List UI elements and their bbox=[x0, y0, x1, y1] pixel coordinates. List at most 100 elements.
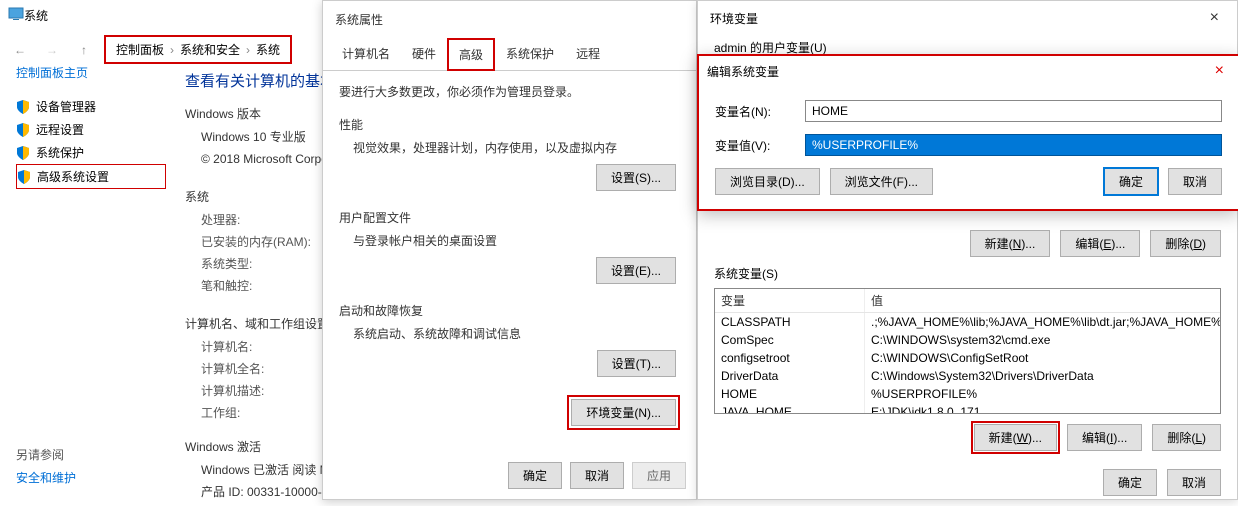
chevron-right-icon: › bbox=[170, 43, 174, 57]
windows-version: Windows 10 专业版 bbox=[201, 126, 335, 148]
variable-value-label: 变量值(V): bbox=[715, 137, 805, 154]
shield-icon bbox=[17, 170, 31, 184]
browse-directory-button[interactable]: 浏览目录(D)... bbox=[715, 168, 820, 195]
advanced-system-settings-link[interactable]: 高级系统设置 bbox=[16, 164, 166, 189]
activation-title: Windows 激活 bbox=[185, 438, 335, 455]
user-new-button[interactable]: 新建(N)... bbox=[970, 230, 1051, 257]
computer-name-label: 计算机名: bbox=[201, 336, 335, 358]
startup-recovery-settings-button[interactable]: 设置(T)... bbox=[597, 350, 676, 377]
up-button[interactable]: ↑ bbox=[72, 38, 96, 62]
description-label: 计算机描述: bbox=[201, 380, 335, 402]
user-delete-button[interactable]: 删除(D) bbox=[1150, 230, 1221, 257]
startup-recovery-title: 启动和故障恢复 bbox=[339, 302, 680, 319]
copyright: © 2018 Microsoft Corpo bbox=[201, 148, 335, 170]
performance-desc: 视觉效果，处理器计划，内存使用，以及虚拟内存 bbox=[353, 139, 680, 156]
system-variables-list[interactable]: 变量 值 CLASSPATH.;%JAVA_HOME%\lib;%JAVA_HO… bbox=[714, 288, 1221, 414]
pen-touch-label: 笔和触控: bbox=[201, 275, 335, 297]
tab-hardware[interactable]: 硬件 bbox=[401, 38, 447, 71]
performance-group: 性能 视觉效果，处理器计划，内存使用，以及虚拟内存 设置(S)... bbox=[339, 116, 680, 191]
control-panel-home-link[interactable]: 控制面板主页 bbox=[16, 64, 166, 81]
table-row[interactable]: DriverDataC:\Windows\System32\Drivers\Dr… bbox=[715, 367, 1220, 385]
table-row[interactable]: HOME%USERPROFILE% bbox=[715, 385, 1220, 403]
system-section-title: 系统 bbox=[185, 188, 335, 205]
env-title: 环境变量 bbox=[710, 10, 758, 27]
edit-dialog-title: 编辑系统变量 bbox=[707, 63, 779, 80]
back-button[interactable]: ← bbox=[8, 38, 32, 62]
tab-strip: 计算机名 硬件 高级 系统保护 远程 bbox=[323, 38, 696, 71]
windows-version-title: Windows 版本 bbox=[185, 105, 335, 122]
tab-advanced[interactable]: 高级 bbox=[447, 38, 495, 71]
table-row[interactable]: configsetrootC:\WINDOWS\ConfigSetRoot bbox=[715, 349, 1220, 367]
system-content: 查看有关计算机的基本 Windows 版本 Windows 10 专业版 © 2… bbox=[185, 70, 335, 503]
env-cancel-button[interactable]: 取消 bbox=[1167, 469, 1221, 496]
admin-note: 要进行大多数更改，你必须作为管理员登录。 bbox=[339, 83, 680, 100]
user-profiles-group: 用户配置文件 与登录帐户相关的桌面设置 设置(E)... bbox=[339, 209, 680, 284]
variable-value-input[interactable] bbox=[805, 134, 1222, 156]
system-title: 系统 bbox=[24, 7, 48, 24]
performance-settings-button[interactable]: 设置(S)... bbox=[596, 164, 676, 191]
system-variables-label: 系统变量(S) bbox=[714, 265, 1221, 282]
env-ok-button[interactable]: 确定 bbox=[1103, 469, 1157, 496]
workgroup-label: 工作组: bbox=[201, 402, 335, 424]
table-row[interactable]: JAVA_HOMEE:\JDK\jdk1.8.0_171 bbox=[715, 403, 1220, 414]
system-icon bbox=[8, 6, 24, 25]
security-maintenance-link[interactable]: 安全和维护 bbox=[16, 469, 76, 486]
apply-button[interactable]: 应用 bbox=[632, 462, 686, 489]
chevron-right-icon: › bbox=[246, 43, 250, 57]
performance-title: 性能 bbox=[339, 116, 680, 133]
forward-button[interactable]: → bbox=[40, 38, 64, 62]
sys-var-buttons: 新建(W)... 编辑(I)... 删除(L) bbox=[714, 424, 1221, 451]
tab-computer-name[interactable]: 计算机名 bbox=[331, 38, 401, 71]
breadcrumb-item[interactable]: 系统和安全 bbox=[180, 41, 240, 58]
shield-icon bbox=[16, 123, 30, 137]
device-manager-link[interactable]: 设备管理器 bbox=[16, 95, 166, 118]
page-heading: 查看有关计算机的基本 bbox=[185, 70, 335, 91]
tab-remote[interactable]: 远程 bbox=[565, 38, 611, 71]
ok-button[interactable]: 确定 bbox=[508, 462, 562, 489]
edit-system-variable-dialog: 编辑系统变量 × 变量名(N): 变量值(V): 浏览目录(D)... 浏览文件… bbox=[697, 54, 1238, 211]
user-var-buttons: 新建(N)... 编辑(E)... 删除(D) bbox=[714, 230, 1221, 257]
startup-recovery-group: 启动和故障恢复 系统启动、系统故障和调试信息 设置(T)... bbox=[339, 302, 680, 377]
edit-ok-button[interactable]: 确定 bbox=[1104, 168, 1158, 195]
system-properties-dialog: 系统属性 计算机名 硬件 高级 系统保护 远程 要进行大多数更改，你必须作为管理… bbox=[322, 0, 697, 500]
shield-icon bbox=[16, 146, 30, 160]
full-name-label: 计算机全名: bbox=[201, 358, 335, 380]
table-row[interactable]: ComSpecC:\WINDOWS\system32\cmd.exe bbox=[715, 331, 1220, 349]
system-variables-section: 系统变量(S) 变量 值 CLASSPATH.;%JAVA_HOME%\lib;… bbox=[698, 257, 1237, 459]
column-value[interactable]: 值 bbox=[865, 289, 1220, 312]
sys-new-button[interactable]: 新建(W)... bbox=[974, 424, 1057, 451]
activation-status: Windows 已激活 阅读 M bbox=[201, 459, 335, 481]
sys-delete-button[interactable]: 删除(L) bbox=[1152, 424, 1221, 451]
startup-recovery-desc: 系统启动、系统故障和调试信息 bbox=[353, 325, 680, 342]
cancel-button[interactable]: 取消 bbox=[570, 462, 624, 489]
cpu-label: 处理器: bbox=[201, 209, 335, 231]
browse-file-button[interactable]: 浏览文件(F)... bbox=[830, 168, 933, 195]
column-name[interactable]: 变量 bbox=[715, 289, 865, 312]
sys-edit-button[interactable]: 编辑(I)... bbox=[1067, 424, 1142, 451]
ram-label: 已安装的内存(RAM): bbox=[201, 231, 335, 253]
shield-icon bbox=[16, 100, 30, 114]
tab-system-protection[interactable]: 系统保护 bbox=[495, 38, 565, 71]
variable-name-input[interactable] bbox=[805, 100, 1222, 122]
variable-name-label: 变量名(N): bbox=[715, 103, 805, 120]
see-also: 另请参阅 安全和维护 bbox=[16, 440, 76, 486]
user-profiles-settings-button[interactable]: 设置(E)... bbox=[596, 257, 676, 284]
computer-name-title: 计算机名、域和工作组设置 bbox=[185, 315, 335, 332]
remote-settings-link[interactable]: 远程设置 bbox=[16, 118, 166, 141]
user-edit-button[interactable]: 编辑(E)... bbox=[1060, 230, 1140, 257]
system-protection-link[interactable]: 系统保护 bbox=[16, 141, 166, 164]
sysprops-title: 系统属性 bbox=[323, 1, 696, 38]
edit-cancel-button[interactable]: 取消 bbox=[1168, 168, 1222, 195]
user-profiles-title: 用户配置文件 bbox=[339, 209, 680, 226]
left-nav: 控制面板主页 设备管理器 远程设置 系统保护 高级系统设置 bbox=[16, 64, 166, 189]
close-button[interactable]: × bbox=[1204, 9, 1225, 27]
close-button[interactable]: × bbox=[1209, 62, 1230, 80]
user-profiles-desc: 与登录帐户相关的桌面设置 bbox=[353, 232, 680, 249]
table-row[interactable]: CLASSPATH.;%JAVA_HOME%\lib;%JAVA_HOME%\l… bbox=[715, 313, 1220, 331]
breadcrumb[interactable]: 控制面板 › 系统和安全 › 系统 bbox=[104, 35, 292, 64]
environment-variables-button[interactable]: 环境变量(N)... bbox=[571, 399, 676, 426]
system-type-label: 系统类型: bbox=[201, 253, 335, 275]
see-also-label: 另请参阅 bbox=[16, 446, 76, 463]
breadcrumb-item[interactable]: 控制面板 bbox=[116, 41, 164, 58]
breadcrumb-item[interactable]: 系统 bbox=[256, 41, 280, 58]
